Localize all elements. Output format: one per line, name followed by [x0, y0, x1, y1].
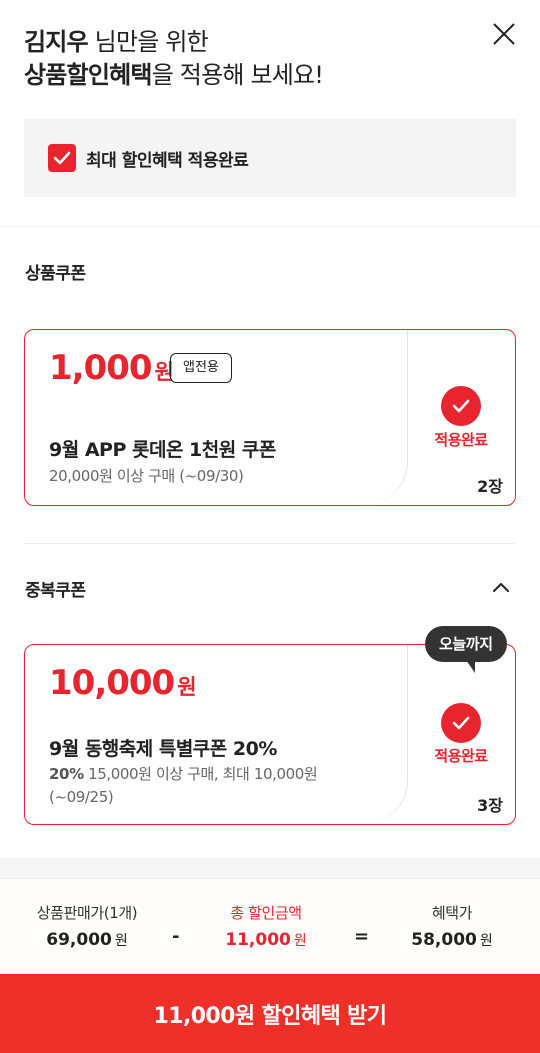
title-benefit-highlight: 상품할인혜택 — [24, 61, 152, 89]
coupon-amount-unit: 원 — [177, 675, 196, 699]
max-benefit-box: 최대 할인혜택 적용완료 — [24, 119, 516, 197]
close-button[interactable] — [486, 18, 522, 54]
section-gap — [0, 858, 540, 878]
chevron-up-icon — [493, 583, 509, 592]
coupon-period: (~09/25) — [49, 788, 114, 806]
coupon-condition: 20,000원 이상 구매 (~09/30) — [49, 467, 244, 485]
coupon-status: 적용완료 — [434, 747, 488, 765]
coupon-discount-rate: 20% — [49, 765, 84, 783]
coupon-name: 9월 동행축제 특별쿠폰 20% — [49, 738, 277, 760]
sale-price-label: 상품판매가(1개) — [36, 904, 138, 922]
coupon-condition-line1: 15,000원 이상 구매, 최대 10,000원 — [83, 765, 318, 783]
checkmark-icon — [452, 399, 470, 413]
sale-price-column: 상품판매가(1개) 69,000 원 — [0, 902, 177, 950]
app-only-badge: 앱전용 — [170, 353, 232, 383]
checkmark-icon — [53, 151, 71, 165]
price-summary: 상품판매가(1개) 69,000 원 총 할인금액 11,000 원 혜택가 58,… — [0, 878, 540, 974]
title-line-2: 상품할인혜택을 적용해 보세요! — [24, 59, 444, 92]
product-coupon-title: 상품쿠폰 — [25, 264, 86, 284]
coupon-amount: 1,000 원 — [49, 348, 174, 388]
header-title: 김지우 님만을 위한 상품할인혜택을 적용해 보세요! — [24, 26, 444, 92]
coupon-name: 9월 APP 롯데온 1천원 쿠폰 — [49, 439, 276, 461]
user-name: 김지우 — [24, 28, 89, 56]
checkmark-icon — [452, 716, 470, 730]
coupon-count: 2장 — [477, 477, 503, 496]
title-line-2-suffix: 을 적용해 보세요! — [151, 61, 324, 89]
total-discount-column: 총 할인금액 11,000 원 — [176, 902, 356, 950]
applied-check-circle — [441, 703, 481, 743]
apply-discount-button[interactable]: 11,000원 할인혜택 받기 — [0, 974, 540, 1053]
coupon-amount-value: 1,000 — [49, 348, 153, 388]
close-icon — [493, 23, 515, 45]
applied-check-circle — [441, 386, 481, 426]
sale-price-unit: 원 — [114, 933, 128, 949]
coupon-count: 3장 — [477, 796, 503, 815]
product-coupon-card[interactable]: 1,000 원 앱전용 9월 APP 롯데온 1천원 쿠폰 20,000원 이상 … — [24, 329, 516, 506]
coupon-amount: 10,000 원 — [49, 663, 197, 703]
coupon-amount-value: 10,000 — [49, 663, 175, 703]
equals-operator: = — [354, 926, 370, 947]
max-benefit-label: 최대 할인혜택 적용완료 — [86, 150, 249, 171]
title-line-1-suffix: 님만을 위한 — [87, 28, 209, 56]
max-benefit-checkbox[interactable] — [48, 144, 76, 172]
minus-operator: - — [172, 926, 180, 947]
total-discount-value: 11,000 원 — [176, 930, 356, 950]
stack-coupon-title: 중복쿠폰 — [25, 581, 86, 601]
title-line-1: 김지우 님만을 위한 — [24, 26, 444, 59]
benefit-price-label: 혜택가 — [431, 904, 473, 922]
benefit-price-column: 혜택가 58,000 원 — [362, 902, 540, 950]
sale-price-value: 69,000 원 — [0, 930, 177, 950]
coupon-condition: 20% 15,000원 이상 구매, 최대 10,000원 — [49, 763, 318, 786]
benefit-price-unit: 원 — [479, 933, 493, 949]
today-only-tooltip: 오늘까지 — [425, 626, 507, 662]
collapse-toggle[interactable] — [488, 576, 514, 598]
total-discount-amount: 11,000 — [225, 930, 291, 950]
sale-price-amount: 69,000 — [46, 930, 112, 950]
total-discount-label: 총 할인금액 — [230, 904, 302, 922]
stack-coupon-card[interactable]: 10,000 원 9월 동행축제 특별쿠폰 20% 20% 15,000원 이상 … — [24, 644, 516, 825]
section-divider — [0, 226, 540, 227]
coupon-status: 적용완료 — [434, 431, 488, 449]
benefit-price-amount: 58,000 — [411, 930, 477, 950]
section-divider — [24, 543, 516, 544]
benefit-price-value: 58,000 원 — [362, 930, 540, 950]
tooltip-tail — [466, 660, 475, 673]
total-discount-unit: 원 — [293, 933, 307, 949]
